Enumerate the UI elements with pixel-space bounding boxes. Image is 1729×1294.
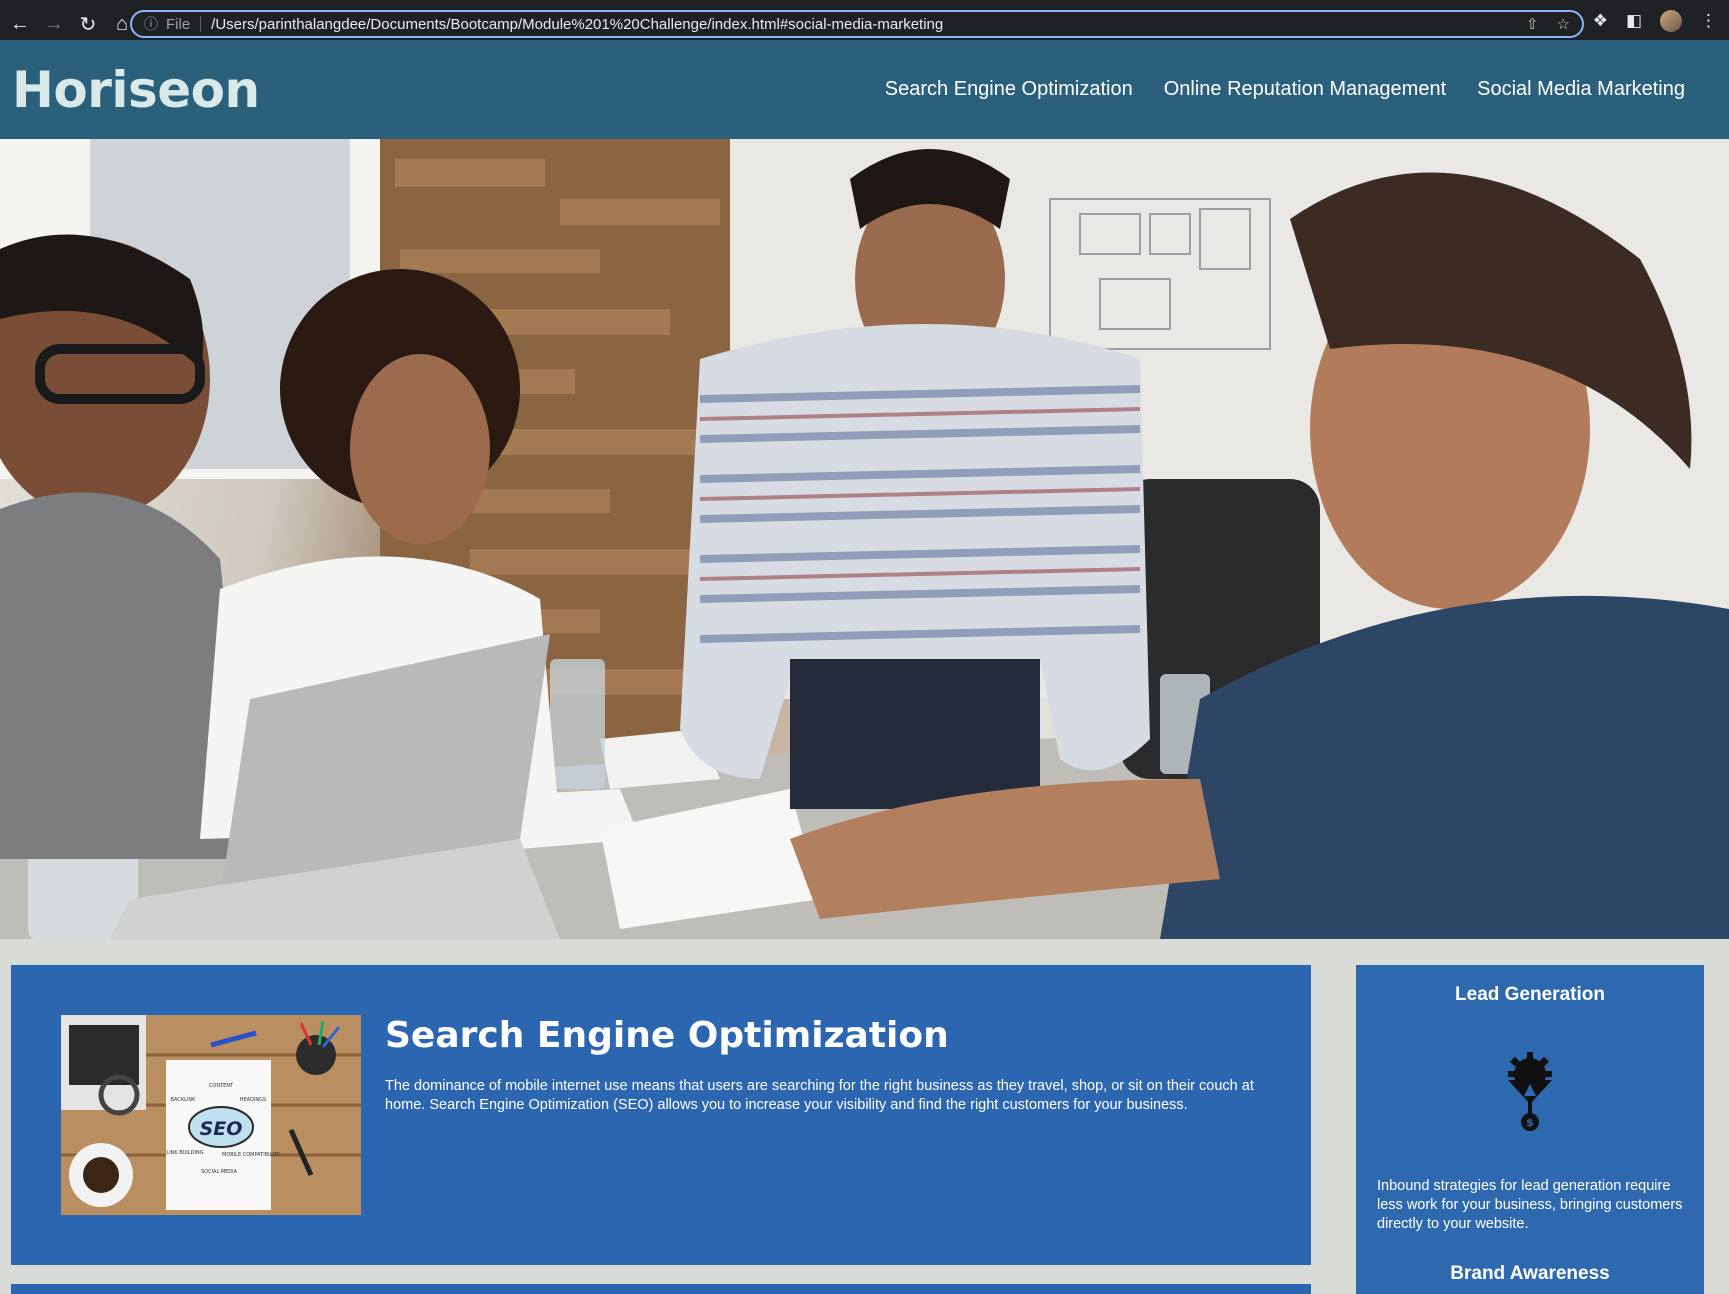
benefit-title: Lead Generation <box>1455 984 1605 1005</box>
nav-link-social-media[interactable]: Social Media Marketing <box>1477 78 1685 101</box>
seo-image-word: HEADINGS <box>240 1097 266 1103</box>
url-scheme-label: File <box>166 15 191 33</box>
section-title: Search Engine Optimization <box>385 1015 949 1056</box>
benefits-sidebar: Lead Generation $ Inbound strategies for… <box>1356 965 1704 1294</box>
seo-image-word: SEO <box>200 1118 243 1140</box>
nav-link-seo[interactable]: Search Engine Optimization <box>885 78 1133 101</box>
seo-section: SEO CONTENT HEADINGS BACKLINK LINK BUILD… <box>11 965 1311 1265</box>
reload-icon[interactable]: ↻ <box>74 10 102 38</box>
menu-icon[interactable]: ⋮ <box>1700 11 1717 31</box>
svg-text:$: $ <box>1526 1116 1534 1129</box>
main-nav: Search Engine Optimization Online Reputa… <box>885 78 1685 101</box>
seo-image-word: BACKLINK <box>171 1097 197 1103</box>
site-header: Horiseon Search Engine Optimization Onli… <box>0 40 1729 139</box>
seo-image-word: SOCIAL MEDIA <box>201 1169 238 1175</box>
site-logo[interactable]: Horiseon <box>12 61 260 119</box>
benefit-title: Brand Awareness <box>1450 1263 1610 1284</box>
nav-link-reputation[interactable]: Online Reputation Management <box>1164 78 1446 101</box>
hero-image <box>0 139 1729 939</box>
omnibox-actions: ⇧ ☆ <box>1526 15 1570 33</box>
back-icon[interactable]: ← <box>6 10 34 38</box>
share-icon[interactable]: ⇧ <box>1526 15 1539 33</box>
benefit-text: Inbound strategies for lead generation r… <box>1377 1178 1683 1232</box>
team-meeting-illustration <box>0 139 1729 939</box>
forward-icon[interactable]: → <box>40 10 68 38</box>
seo-image: SEO CONTENT HEADINGS BACKLINK LINK BUILD… <box>61 1015 361 1215</box>
info-icon[interactable]: ⓘ <box>142 14 160 34</box>
extensions-icon[interactable]: ❖ <box>1593 11 1608 31</box>
section-text: The dominance of mobile internet use mea… <box>385 1078 1254 1113</box>
lead-generation-icon: $ <box>1508 1052 1552 1131</box>
address-bar[interactable]: ⓘ File /Users/parinthalangdee/Documents/… <box>130 10 1584 38</box>
divider <box>200 16 202 32</box>
url-text[interactable]: /Users/parinthalangdee/Documents/Bootcam… <box>211 16 943 33</box>
seo-image-word: MOBILE COMPATIBILITY <box>222 1152 281 1158</box>
seo-image-word: CONTENT <box>209 1083 234 1089</box>
next-section-edge <box>11 1284 1311 1294</box>
seo-image-word: LINK BUILDING <box>166 1150 203 1156</box>
seo-illustration: SEO CONTENT HEADINGS BACKLINK LINK BUILD… <box>61 1015 361 1210</box>
star-icon[interactable]: ☆ <box>1557 15 1570 33</box>
profile-avatar[interactable] <box>1660 10 1682 32</box>
sidepanel-icon[interactable]: ◧ <box>1626 11 1642 31</box>
extension-area: ❖ ◧ ⋮ <box>1593 10 1717 32</box>
